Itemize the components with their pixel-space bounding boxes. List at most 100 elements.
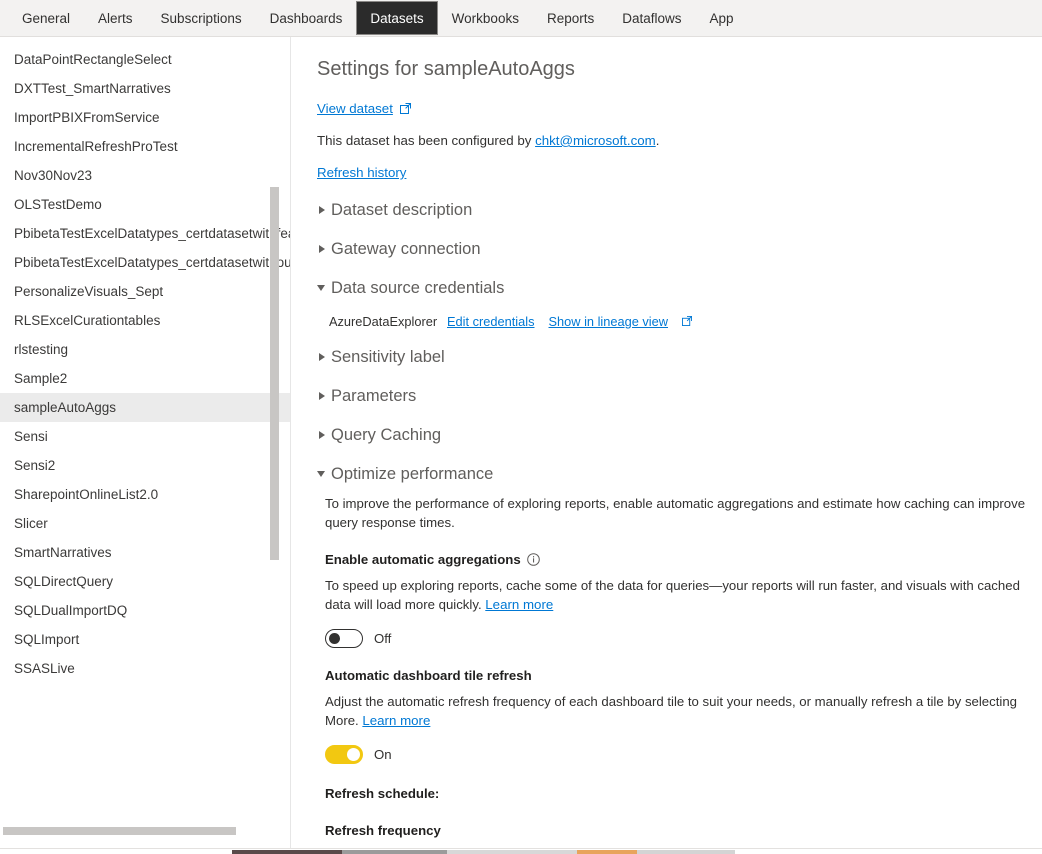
settings-body: DataPointRectangleSelect DXTTest_SmartNa… — [0, 37, 1042, 854]
settings-detail-pane: Settings for sampleAutoAggs View dataset… — [291, 37, 1042, 854]
section-query-caching[interactable]: Query Caching — [317, 424, 1032, 446]
list-item[interactable]: DataPointRectangleSelect — [0, 45, 290, 74]
show-in-lineage-view-link[interactable]: Show in lineage view — [549, 314, 669, 329]
section-optimize-performance[interactable]: Optimize performance — [317, 463, 1032, 485]
list-item[interactable]: SSASLive — [0, 654, 290, 683]
list-item[interactable]: OLSTestDemo — [0, 190, 290, 219]
tile-refresh-toggle-state: On — [374, 747, 392, 762]
list-item[interactable]: Sample2 — [0, 364, 290, 393]
tab-workbooks[interactable]: Workbooks — [438, 1, 533, 35]
optimize-intro-text: To improve the performance of exploring … — [325, 496, 1026, 530]
chevron-right-icon — [317, 205, 328, 216]
list-item[interactable]: PbibetaTestExcelDatatypes_certdatasetwit… — [0, 248, 290, 277]
page-title: Settings for sampleAutoAggs — [317, 58, 575, 80]
section-sensitivity-label[interactable]: Sensitivity label — [317, 346, 1032, 368]
toggle-knob — [329, 633, 340, 644]
refresh-history-row: Refresh history — [317, 164, 1032, 182]
list-item[interactable]: Slicer — [0, 509, 290, 538]
settings-tab-bar: General Alerts Subscriptions Dashboards … — [0, 0, 1042, 37]
section-data-source-credentials[interactable]: Data source credentials — [317, 277, 1032, 299]
chevron-right-icon — [317, 244, 328, 255]
tab-app[interactable]: App — [696, 1, 748, 35]
view-dataset-link[interactable]: View dataset — [317, 101, 393, 116]
section-parameters[interactable]: Parameters — [317, 385, 1032, 407]
chrome-segment-light — [447, 850, 577, 854]
section-gateway-connection[interactable]: Gateway connection — [317, 238, 1032, 260]
list-item[interactable]: SQLImport — [0, 625, 290, 654]
bottom-chrome-strip — [0, 848, 1042, 854]
tile-refresh-description: Adjust the automatic refresh frequency o… — [325, 692, 1032, 730]
tile-refresh-toggle-row: On — [325, 745, 1032, 764]
list-item[interactable]: SQLDualImportDQ — [0, 596, 290, 625]
dataset-list-horizontal-scrollbar-thumb[interactable] — [3, 827, 236, 835]
chrome-segment-dark — [232, 850, 342, 854]
tab-dataflows[interactable]: Dataflows — [608, 1, 695, 35]
list-item[interactable]: Nov30Nov23 — [0, 161, 290, 190]
list-item[interactable]: RLSExcelCurationtables — [0, 306, 290, 335]
chevron-right-icon — [317, 430, 328, 441]
tab-datasets[interactable]: Datasets — [356, 1, 438, 35]
list-item[interactable]: PersonalizeVisuals_Sept — [0, 277, 290, 306]
auto-aggregations-toggle-state: Off — [374, 631, 392, 646]
auto-aggregations-description: To speed up exploring reports, cache som… — [325, 576, 1032, 614]
list-item[interactable]: DXTTest_SmartNarratives — [0, 74, 290, 103]
view-dataset-row: View dataset — [317, 101, 1032, 116]
external-link-icon — [682, 316, 693, 327]
auto-aggregations-toggle-row: Off — [325, 629, 1032, 648]
list-item[interactable]: PbibetaTestExcelDatatypes_certdatasetwit… — [0, 219, 290, 248]
info-icon[interactable] — [526, 553, 540, 566]
auto-aggregations-learn-more-link[interactable]: Learn more — [485, 597, 553, 612]
credentials-row: AzureDataExplorer Edit credentials Show … — [329, 314, 1032, 329]
configured-by-line: This dataset has been configured by chkt… — [317, 133, 1032, 148]
auto-aggregations-toggle[interactable] — [325, 629, 363, 648]
toggle-knob — [347, 748, 360, 761]
list-item-selected[interactable]: sampleAutoAggs — [0, 393, 290, 422]
configured-by-suffix: . — [655, 133, 660, 148]
auto-aggregations-description-text: To speed up exploring reports, cache som… — [325, 578, 1020, 612]
tile-refresh-toggle[interactable] — [325, 745, 363, 764]
refresh-schedule-label: Refresh schedule: — [325, 786, 440, 801]
optimize-performance-body: To improve the performance of exploring … — [325, 494, 1032, 854]
section-dataset-description[interactable]: Dataset description — [317, 199, 1032, 221]
chrome-segment-gray — [342, 850, 447, 854]
chrome-segment-trailing — [637, 850, 735, 854]
tab-subscriptions[interactable]: Subscriptions — [147, 1, 256, 35]
configured-by-prefix: This dataset has been configured by — [317, 133, 536, 148]
chevron-down-icon — [317, 283, 328, 294]
credential-links: Edit credentials Show in lineage view — [447, 314, 693, 329]
chevron-down-icon — [317, 469, 328, 480]
section-title: Optimize performance — [331, 465, 494, 483]
section-title: Query Caching — [331, 426, 442, 444]
list-item[interactable]: SQLDirectQuery — [0, 567, 290, 596]
section-title: Parameters — [331, 387, 417, 405]
list-item[interactable]: rlstesting — [0, 335, 290, 364]
list-item[interactable]: ImportPBIXFromService — [0, 103, 290, 132]
section-title: Data source credentials — [331, 279, 505, 297]
list-item[interactable]: Sensi — [0, 422, 290, 451]
tab-alerts[interactable]: Alerts — [84, 1, 147, 35]
tab-dashboards[interactable]: Dashboards — [256, 1, 357, 35]
list-item[interactable]: SharepointOnlineList2.0 — [0, 480, 290, 509]
section-title: Gateway connection — [331, 240, 481, 258]
tab-reports[interactable]: Reports — [533, 1, 608, 35]
configured-by-email-link[interactable]: chkt@microsoft.com — [535, 133, 656, 148]
tab-general[interactable]: General — [8, 1, 84, 35]
chevron-right-icon — [317, 352, 328, 363]
enable-automatic-aggregations-label-row: Enable automatic aggregations — [325, 552, 1032, 567]
edit-credentials-link[interactable]: Edit credentials — [447, 314, 535, 329]
tile-refresh-learn-more-link[interactable]: Learn more — [362, 713, 430, 728]
refresh-history-link[interactable]: Refresh history — [317, 165, 406, 180]
enable-automatic-aggregations-label: Enable automatic aggregations — [325, 552, 521, 567]
dataset-list-vertical-scrollbar-thumb[interactable] — [270, 187, 279, 560]
refresh-frequency-label: Refresh frequency — [325, 823, 441, 838]
dataset-list-pane: DataPointRectangleSelect DXTTest_SmartNa… — [0, 37, 291, 854]
list-item[interactable]: Sensi2 — [0, 451, 290, 480]
section-title: Sensitivity label — [331, 348, 445, 366]
dataset-list: DataPointRectangleSelect DXTTest_SmartNa… — [0, 45, 290, 683]
list-item[interactable]: IncrementalRefreshProTest — [0, 132, 290, 161]
external-link-icon — [399, 103, 411, 114]
chrome-segment-orange — [577, 850, 637, 854]
list-item[interactable]: SmartNarratives — [0, 538, 290, 567]
chevron-right-icon — [317, 391, 328, 402]
automatic-dashboard-tile-refresh-label: Automatic dashboard tile refresh — [325, 668, 532, 683]
